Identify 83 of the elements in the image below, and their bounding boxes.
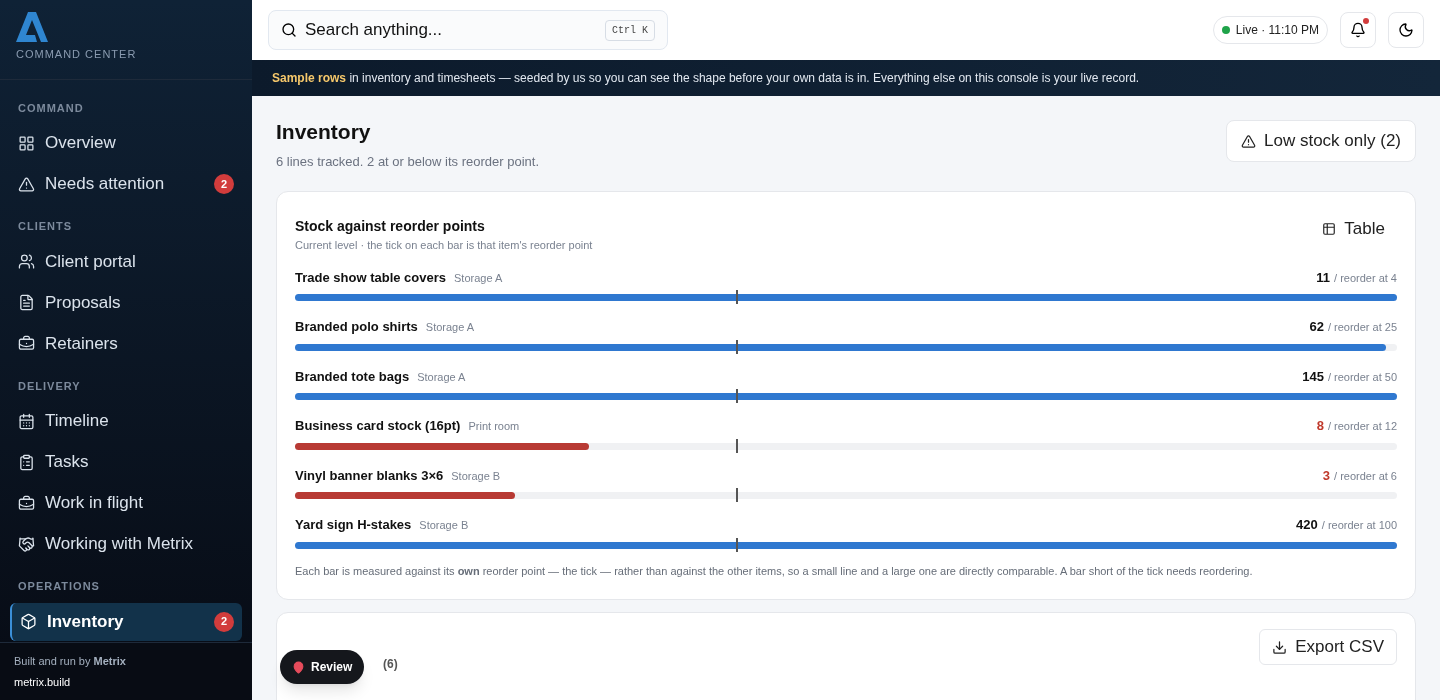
nav-item[interactable]: Retainers — [10, 324, 242, 363]
item-location: Storage A — [454, 270, 503, 286]
theme-toggle-button[interactable] — [1388, 12, 1424, 48]
reorder-tick — [735, 389, 738, 403]
nav-item[interactable]: Overview — [10, 124, 242, 162]
on-hand-count: 145 — [1302, 367, 1324, 386]
export-csv-button[interactable]: Export CSV — [1259, 629, 1397, 665]
nav-item[interactable]: Tasks — [10, 443, 242, 481]
nav-item[interactable]: Needs attention 2 — [10, 165, 242, 203]
low-stock-filter-button[interactable]: Low stock only (2) — [1226, 120, 1416, 162]
pin-icon — [292, 660, 305, 674]
search-field[interactable]: Search anything... Ctrl K — [268, 10, 668, 50]
section-heading: DELIVERY — [17, 378, 82, 394]
card-title: Stock against reorder points — [295, 217, 486, 236]
reorder-tick — [735, 290, 738, 304]
users-icon — [18, 253, 35, 270]
page-subtitle: 6 lines tracked. 2 at or below its reorder point. — [276, 152, 540, 171]
on-hand-count: 62 — [1309, 318, 1324, 336]
clipboard-icon — [18, 453, 35, 471]
page-title: Inventory — [276, 119, 372, 145]
reorder-point: / reorder at 12 — [1327, 419, 1397, 434]
download-icon — [1272, 639, 1288, 655]
reorder-tick — [735, 339, 738, 354]
section-heading: CLIENTS — [17, 219, 74, 234]
reorder-point: / reorder at 25 — [1327, 320, 1397, 335]
section-heading: COMMAND — [17, 100, 85, 116]
briefcase-icon — [18, 494, 35, 512]
item-name: Branded polo shirts — [295, 318, 418, 336]
calendar-icon — [18, 412, 35, 430]
item-location: Storage A — [425, 320, 475, 335]
item-name: Vinyl banner blanks 3×6 — [295, 466, 444, 485]
notifications-button[interactable] — [1340, 12, 1376, 48]
reorder-point: / reorder at 4 — [1334, 270, 1397, 286]
item-name: Yard sign H-stakes — [295, 516, 412, 534]
box-icon — [20, 613, 37, 630]
chart-note: Each bar is measured against its own reorder point — the tick — rather than against the other items, so a small line and a large one are directly comparable. A bar short of the tick needs reordering. — [295, 563, 1254, 579]
footer-text: Built and run by Metrix — [14, 654, 127, 669]
footer-link[interactable]: metrix.build — [14, 673, 238, 690]
nav-item[interactable]: Working with Metrix — [10, 525, 242, 563]
table-view-button[interactable]: Table — [1310, 212, 1397, 246]
on-hand-count: 8 — [1316, 417, 1324, 435]
reorder-tick — [735, 438, 738, 453]
warning-icon — [1241, 133, 1256, 149]
shortcut-hint: Ctrl K — [605, 19, 655, 41]
item-location: Storage B — [419, 518, 469, 533]
item-location: Print room — [468, 419, 520, 434]
nav-item[interactable]: Inventory 2 — [10, 602, 242, 641]
logo-icon — [16, 12, 48, 42]
moon-icon — [1398, 22, 1414, 38]
nav-item[interactable]: Proposals — [10, 283, 242, 322]
on-hand-count: 3 — [1322, 466, 1330, 485]
item-name: Trade show table covers — [295, 268, 446, 287]
section-heading: OPERATIONS — [17, 579, 101, 594]
brand-subtitle: COMMAND CENTER — [16, 47, 138, 62]
reorder-point: / reorder at 50 — [1327, 369, 1397, 385]
warning-icon — [18, 175, 35, 193]
nav-item[interactable]: Client portal — [10, 242, 242, 281]
count-badge: 2 — [214, 611, 234, 632]
nav-item[interactable]: Timeline — [10, 402, 242, 440]
sample-banner: Sample rows in inventory and timesheets — seeded by us so you can see the shape before your own data is in. Everything else on this console is your live record. — [252, 60, 1440, 96]
handshake-icon — [18, 535, 35, 553]
reorder-tick — [735, 488, 738, 502]
bell-icon — [1350, 22, 1366, 38]
on-hand-count: 11 — [1316, 268, 1330, 287]
document-icon — [18, 294, 35, 311]
item-name: Branded tote bags — [295, 367, 410, 386]
on-hand-count: 420 — [1296, 516, 1318, 534]
reorder-point: / reorder at 6 — [1334, 468, 1397, 484]
nav-item[interactable]: Work in flight — [10, 484, 242, 522]
count-badge: 2 — [214, 174, 234, 194]
item-name: Business card stock (16pt) — [295, 417, 461, 435]
briefcase-icon — [18, 335, 35, 352]
search-input[interactable]: Search anything... — [305, 17, 597, 43]
item-location: Storage B — [451, 468, 501, 484]
reorder-tick — [735, 537, 738, 552]
item-location: Storage A — [417, 369, 466, 385]
search-icon — [281, 22, 297, 38]
reorder-point: / reorder at 100 — [1321, 518, 1397, 533]
review-button[interactable]: Review — [280, 650, 365, 684]
table-icon — [1322, 221, 1337, 236]
card-subtitle: Current level · the tick on each bar is that item's reorder point — [295, 238, 593, 253]
grid-icon — [18, 134, 35, 152]
item-count: (6) — [383, 656, 398, 673]
